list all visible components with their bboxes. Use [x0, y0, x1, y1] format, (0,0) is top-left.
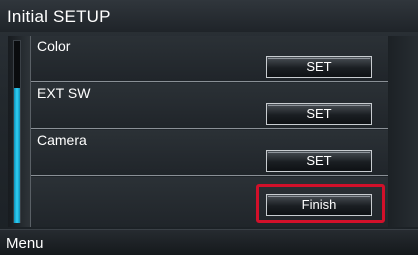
camera-set-button[interactable]: SET: [266, 150, 372, 172]
setup-screen: Initial SETUP Color SET EXT SW SET Camer…: [0, 0, 418, 255]
page-title: Initial SETUP: [7, 7, 111, 26]
ext-sw-set-button[interactable]: SET: [266, 103, 372, 125]
list-item-camera: Camera SET: [31, 130, 389, 176]
menu-button[interactable]: Menu: [6, 235, 44, 252]
row-label: Camera: [37, 132, 87, 148]
row-label: EXT SW: [37, 85, 91, 101]
right-edge-strip: [388, 36, 418, 227]
list-item-ext-sw: EXT SW SET: [31, 83, 389, 129]
scrollbar-thumb[interactable]: [14, 88, 20, 223]
color-set-button[interactable]: SET: [266, 56, 372, 78]
bottom-bar: Menu: [0, 229, 418, 255]
row-label: Color: [37, 38, 71, 54]
list-item-color: Color SET: [31, 36, 389, 82]
title-bar: Initial SETUP: [0, 0, 418, 32]
finish-highlight-box: [256, 184, 385, 223]
